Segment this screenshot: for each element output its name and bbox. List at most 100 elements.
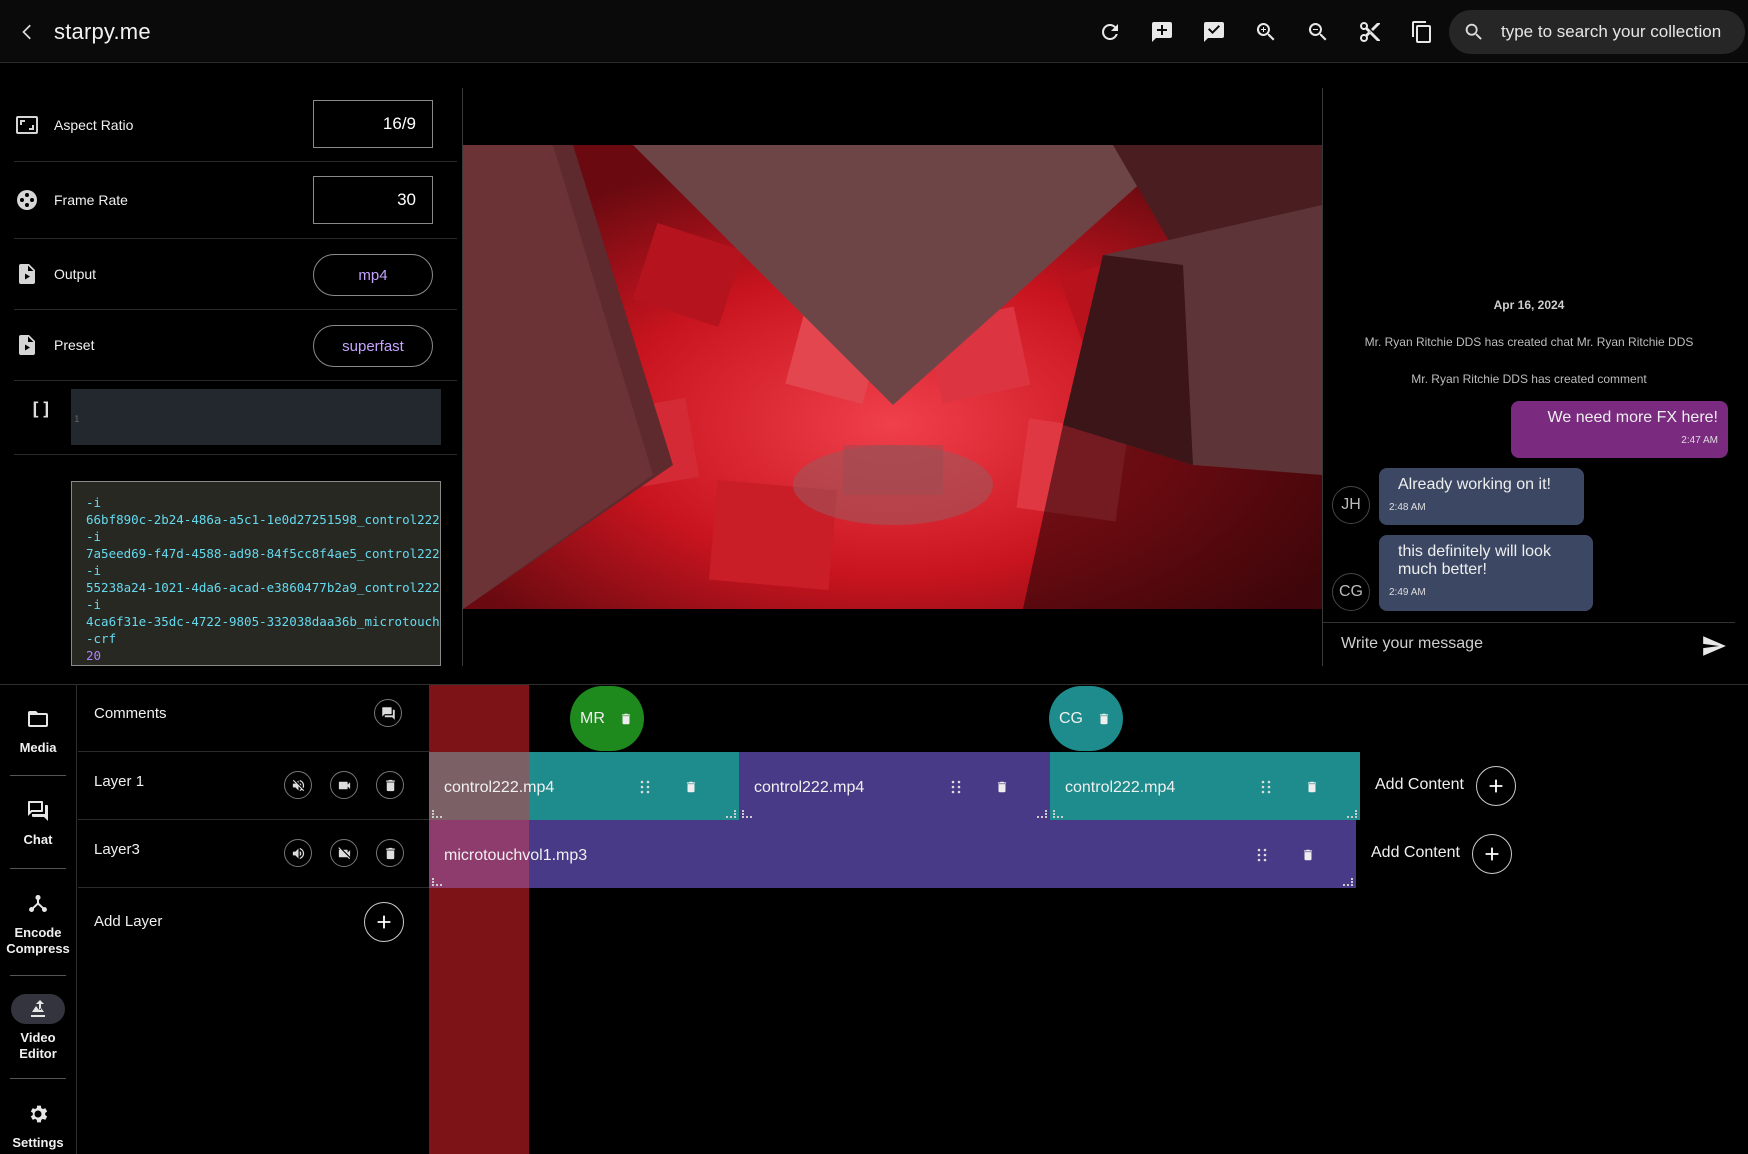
toggle-audio-button[interactable] [284, 771, 312, 799]
add-content-label: Add Content [1375, 776, 1464, 793]
drag-handle-icon[interactable] [950, 780, 962, 794]
back-arrow-icon [22, 24, 31, 40]
nav-item-settings[interactable]: Settings [0, 1102, 76, 1151]
delete-clip-button[interactable] [1301, 847, 1315, 863]
comment-marker[interactable]: MR [570, 686, 644, 751]
resize-handle-left[interactable] [432, 878, 442, 886]
aspect-ratio-input[interactable] [313, 100, 433, 148]
delete-clip-button[interactable] [684, 779, 698, 795]
send-button[interactable] [1701, 633, 1729, 661]
layer-name: Layer3 [94, 841, 140, 858]
preset-file-icon [14, 332, 40, 358]
drag-handle-icon[interactable] [639, 780, 651, 794]
message-time: 2:48 AM [1389, 502, 1426, 513]
refresh-icon [1102, 24, 1118, 40]
nav-label: Media [19, 740, 57, 755]
video-clip[interactable]: control222.mp4 [739, 752, 1050, 820]
search-input[interactable] [1501, 22, 1731, 42]
nav-item-encode-compress[interactable]: Encode Compress [0, 892, 76, 957]
video-clip[interactable]: control222.mp4 [429, 752, 739, 820]
audio-clip[interactable]: microtouchvol1.mp3 [429, 820, 1356, 888]
nav-item-media[interactable]: Media [0, 707, 76, 756]
clip-name: control222.mp4 [754, 779, 865, 796]
ffmpeg-arg: 7a5eed69-f47d-4588-ad98-84f5cc8f4ae5_con… [86, 546, 441, 561]
resize-handle-left[interactable] [1053, 810, 1063, 818]
avatar: CG [1332, 573, 1370, 611]
send-icon [1703, 636, 1726, 656]
nav-item-chat[interactable]: Chat [0, 799, 76, 848]
nav-label: Settings [12, 1135, 64, 1150]
marker-initials: CG [1059, 709, 1083, 727]
aspect-ratio-row: Aspect Ratio [14, 88, 457, 162]
resize-handle-right[interactable] [1347, 810, 1357, 818]
ffmpeg-command-preview[interactable]: -i 66bf890c-2b24-486a-a5c1-1e0d27251598_c… [71, 481, 441, 666]
toggle-video-button[interactable] [330, 839, 358, 867]
resize-handle-right[interactable] [1343, 878, 1353, 886]
drag-handle-icon[interactable] [1260, 780, 1272, 794]
add-content-button[interactable] [1476, 766, 1516, 806]
ffmpeg-arg: -crf [86, 631, 117, 646]
drag-handle-icon[interactable] [1256, 848, 1268, 862]
timeline[interactable]: MR CG control222.mp4 control222.mp4 cont… [429, 685, 1748, 1154]
resize-handle-left[interactable] [432, 810, 442, 818]
delete-layer-button[interactable] [376, 771, 404, 799]
ffmpeg-arg: 4ca6f31e-35dc-4722-9805-332038daa36b_mic… [86, 614, 440, 629]
chat-date: Apr 16, 2024 [1493, 298, 1565, 312]
video-preview[interactable] [463, 145, 1322, 609]
active-indicator [11, 994, 65, 1024]
nav-separator [10, 975, 66, 976]
resize-handle-right[interactable] [1037, 810, 1047, 818]
nav-item-video-editor[interactable]: Video Editor [0, 994, 76, 1062]
preset-select[interactable]: superfast [313, 325, 433, 367]
ffmpeg-arg: -i [86, 563, 102, 578]
video-editor-icon [31, 1000, 45, 1017]
toggle-audio-button[interactable] [284, 839, 312, 867]
delete-layer-button[interactable] [376, 839, 404, 867]
zoom-out-button[interactable] [1300, 14, 1336, 50]
custom-args-editor[interactable]: 1 [71, 389, 441, 445]
app-title: starpy.me [54, 19, 151, 44]
system-message: Mr. Ryan Ritchie DDS has created chat Mr… [1364, 335, 1694, 349]
back-button[interactable] [14, 18, 42, 46]
resize-handle-left[interactable] [742, 810, 752, 818]
comment-marker[interactable]: CG [1049, 686, 1123, 751]
comment-check-icon [1204, 22, 1224, 42]
frame-rate-input[interactable] [313, 176, 433, 224]
toggle-video-button[interactable] [330, 771, 358, 799]
copy-icon [1412, 21, 1431, 43]
add-comment-button[interactable] [1144, 14, 1180, 50]
folder-icon [28, 711, 48, 727]
trash-icon [385, 847, 395, 859]
trash-icon [1303, 849, 1313, 861]
resize-handle-right[interactable] [726, 810, 736, 818]
ffmpeg-arg: 20 [86, 648, 102, 663]
ffmpeg-arg: -i [86, 529, 102, 544]
delete-clip-button[interactable] [995, 779, 1009, 795]
trash-icon [1099, 713, 1109, 724]
ffmpeg-arg: -i [86, 597, 102, 612]
brackets-icon[interactable]: [] [30, 399, 52, 420]
copy-button[interactable] [1404, 14, 1440, 50]
message-input[interactable] [1341, 635, 1681, 653]
marker-initials: MR [580, 709, 605, 727]
delete-marker-button[interactable] [619, 711, 633, 727]
video-clip[interactable]: control222.mp4 [1050, 752, 1360, 820]
zoom-in-button[interactable] [1248, 14, 1284, 50]
add-layer-button[interactable] [364, 902, 404, 942]
add-comment-marker-button[interactable] [374, 699, 402, 727]
trash-icon [621, 713, 630, 724]
refresh-button[interactable] [1092, 14, 1128, 50]
frame-rate-label: Frame Rate [54, 192, 128, 208]
delete-marker-button[interactable] [1097, 711, 1111, 727]
nav-label: Video Editor [19, 1030, 57, 1061]
output-row: Output mp4 [14, 239, 457, 310]
output-format-select[interactable]: mp4 [313, 254, 433, 296]
nav-separator [10, 775, 66, 776]
delete-clip-button[interactable] [1305, 779, 1319, 795]
add-content-label: Add Content [1371, 844, 1460, 861]
add-content-button[interactable] [1472, 834, 1512, 874]
comment-check-button[interactable] [1196, 14, 1232, 50]
avatar: JH [1332, 486, 1370, 524]
cut-button[interactable] [1352, 14, 1388, 50]
chat-message: We need more FX here! 2:47 AM [1511, 401, 1728, 458]
